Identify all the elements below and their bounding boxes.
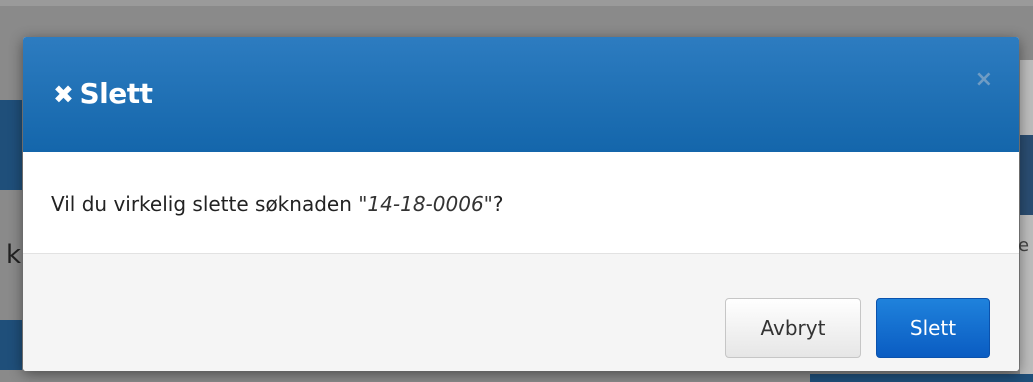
background-left-text: k bbox=[6, 240, 22, 270]
background-left-bar bbox=[0, 320, 22, 370]
background-right-band bbox=[1020, 135, 1033, 215]
confirm-message-prefix: Vil du virkelig slette søknaden bbox=[51, 192, 359, 216]
dialog-title-text: Slett bbox=[79, 77, 153, 110]
confirm-message-suffix: ? bbox=[492, 192, 504, 216]
close-icon: ✖ bbox=[53, 80, 74, 109]
background-right-panel bbox=[1020, 60, 1033, 380]
dialog-title: ✖ Slett bbox=[53, 77, 153, 110]
dialog-footer: Avbryt Slett bbox=[23, 254, 1019, 371]
delete-button[interactable]: Slett bbox=[876, 298, 990, 358]
cancel-button[interactable]: Avbryt bbox=[725, 298, 861, 358]
application-id: "14-18-0006" bbox=[358, 192, 493, 216]
dialog-body: Vil du virkelig slette søknaden "14-18-0… bbox=[23, 152, 1019, 254]
background-bottom-bar bbox=[810, 374, 1033, 382]
delete-dialog: ✖ Slett × Vil du virkelig slette søknaden… bbox=[23, 37, 1019, 371]
background-left-header bbox=[0, 100, 22, 190]
background-top-bar bbox=[0, 0, 1033, 6]
confirm-message: Vil du virkelig slette søknaden "14-18-0… bbox=[51, 192, 504, 216]
close-button[interactable]: × bbox=[975, 67, 993, 92]
background-right-text: e bbox=[1018, 235, 1030, 256]
dialog-header: ✖ Slett × bbox=[23, 37, 1019, 152]
